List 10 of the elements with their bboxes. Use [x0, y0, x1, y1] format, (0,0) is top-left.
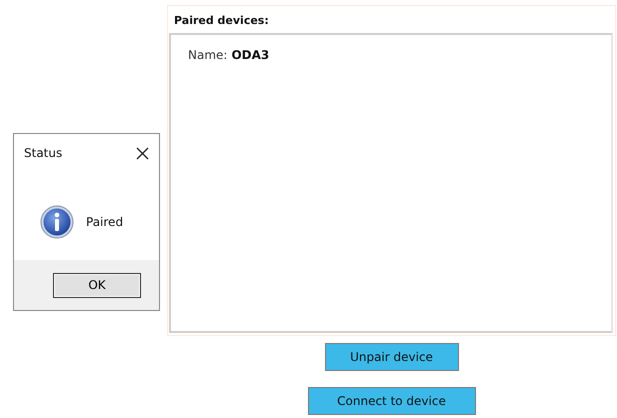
- dialog-title: Status: [24, 146, 62, 160]
- status-message: Paired: [86, 215, 124, 229]
- ok-button[interactable]: OK: [53, 272, 141, 298]
- panel-title: Paired devices:: [173, 13, 270, 29]
- device-name: ODA3: [231, 48, 270, 62]
- device-label: Name:: [188, 48, 228, 62]
- action-button[interactable]: Unpair device: [324, 343, 458, 371]
- info-icon: [40, 205, 74, 239]
- action-button[interactable]: Connect to device: [308, 387, 476, 415]
- close-icon[interactable]: [136, 146, 149, 160]
